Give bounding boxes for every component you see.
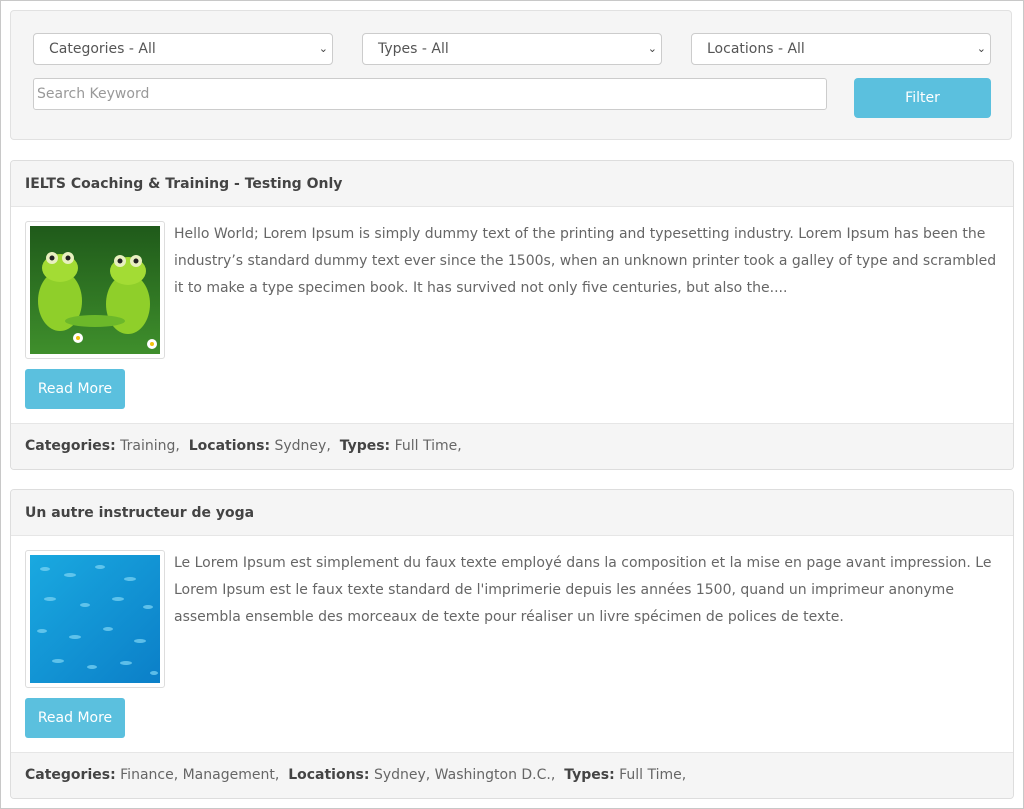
- search-input[interactable]: Search Keyword: [33, 78, 827, 110]
- listing-description: Le Lorem Ipsum est simplement du faux te…: [174, 555, 992, 625]
- types-select[interactable]: Types - All ⌄: [362, 33, 662, 65]
- read-more-button[interactable]: Read More: [25, 698, 125, 738]
- types-value: Full Time,: [619, 767, 687, 783]
- listing-thumbnail[interactable]: [25, 221, 165, 359]
- listing-body: Le Lorem Ipsum est simplement du faux te…: [11, 536, 1013, 752]
- listing-card: IELTS Coaching & Training - Testing Only: [10, 160, 1014, 470]
- locations-label: Locations:: [288, 767, 370, 783]
- search-placeholder: Search Keyword: [37, 86, 150, 102]
- filter-button[interactable]: Filter: [854, 78, 991, 118]
- categories-select[interactable]: Categories - All ⌄: [33, 33, 333, 65]
- locations-value: Sydney,: [274, 438, 331, 454]
- listing-card: Un autre instructeur de yoga Le Lorem Ip…: [10, 489, 1014, 799]
- types-value: Full Time,: [394, 438, 462, 454]
- chevron-down-icon: ⌄: [976, 42, 986, 55]
- listing-title[interactable]: IELTS Coaching & Training - Testing Only: [11, 161, 1013, 207]
- locations-label: Locations:: [188, 438, 271, 454]
- filter-panel: Categories - All ⌄ Types - All ⌄ Locatio…: [10, 10, 1012, 140]
- categories-value: Training,: [120, 438, 180, 454]
- listing-meta: Categories: Finance, Management, Locatio…: [11, 752, 1013, 798]
- listing-thumbnail[interactable]: [25, 550, 165, 688]
- locations-select[interactable]: Locations - All ⌄: [691, 33, 991, 65]
- water-image: [30, 555, 160, 683]
- locations-value: Sydney, Washington D.C.,: [373, 767, 556, 783]
- categories-value: Finance, Management,: [120, 767, 280, 783]
- categories-label: Categories:: [25, 438, 116, 454]
- listing-body: Hello World; Lorem Ipsum is simply dummy…: [11, 207, 1013, 423]
- read-more-button[interactable]: Read More: [25, 369, 125, 409]
- types-label: Types:: [339, 438, 391, 454]
- types-select-value: Types - All: [378, 41, 449, 57]
- frogs-image: [30, 226, 160, 354]
- types-label: Types:: [564, 767, 615, 783]
- chevron-down-icon: ⌄: [647, 42, 657, 55]
- locations-select-value: Locations - All: [707, 41, 805, 57]
- categories-label: Categories:: [25, 767, 116, 783]
- chevron-down-icon: ⌄: [318, 42, 328, 55]
- listing-meta: Categories: Training, Locations: Sydney,…: [11, 423, 1013, 469]
- categories-select-value: Categories - All: [49, 41, 156, 57]
- listing-description: Hello World; Lorem Ipsum is simply dummy…: [174, 226, 997, 296]
- listing-title[interactable]: Un autre instructeur de yoga: [11, 490, 1013, 536]
